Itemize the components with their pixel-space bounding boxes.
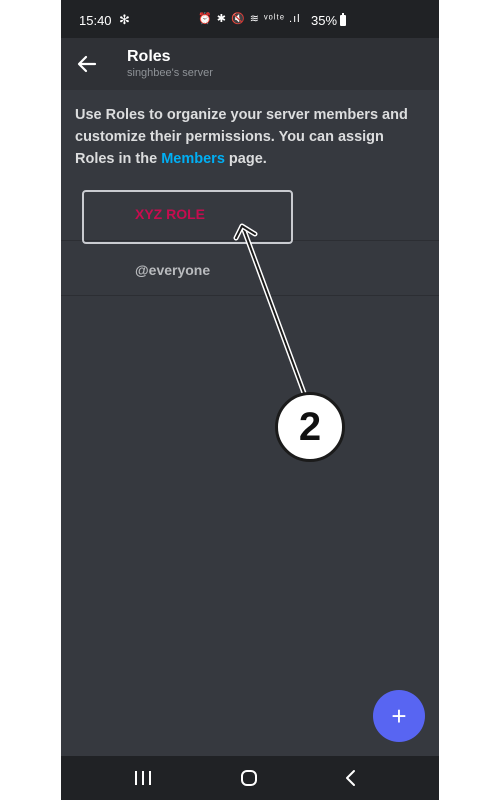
members-link[interactable]: Members (161, 151, 225, 167)
status-bar: 15:40 ✻ ⏰ ✱ 🔇 ≋ ᵛᵒˡᵗᵉ .ıl 35% (61, 0, 439, 38)
phone-screen: 15:40 ✻ ⏰ ✱ 🔇 ≋ ᵛᵒˡᵗᵉ .ıl 35% Roles sing… (61, 0, 439, 800)
description-text-end: page. (224, 151, 267, 167)
android-nav-bar (61, 756, 439, 800)
recent-apps-icon[interactable] (131, 770, 155, 786)
server-name: singhbee's server (127, 67, 213, 79)
highlight-box (82, 190, 293, 244)
home-icon[interactable] (240, 769, 258, 787)
back-arrow-icon[interactable] (75, 52, 99, 76)
battery-percent: 35% (311, 13, 338, 28)
chevron-left-icon[interactable] (343, 768, 359, 788)
fan-icon: ✻ (119, 12, 130, 27)
role-item-everyone[interactable]: @everyone (61, 241, 439, 296)
system-status-icons: ⏰ ✱ 🔇 ≋ ᵛᵒˡᵗᵉ .ıl (198, 13, 301, 25)
role-name: @everyone (135, 262, 211, 278)
roles-description: Use Roles to organize your server member… (75, 104, 425, 170)
step-number-badge: 2 (275, 392, 345, 462)
page-title: Roles (127, 48, 171, 65)
status-time: 15:40 (79, 13, 112, 28)
battery-icon (340, 13, 346, 26)
app-header: Roles singhbee's server (61, 38, 439, 90)
add-role-button[interactable]: + (373, 690, 425, 742)
